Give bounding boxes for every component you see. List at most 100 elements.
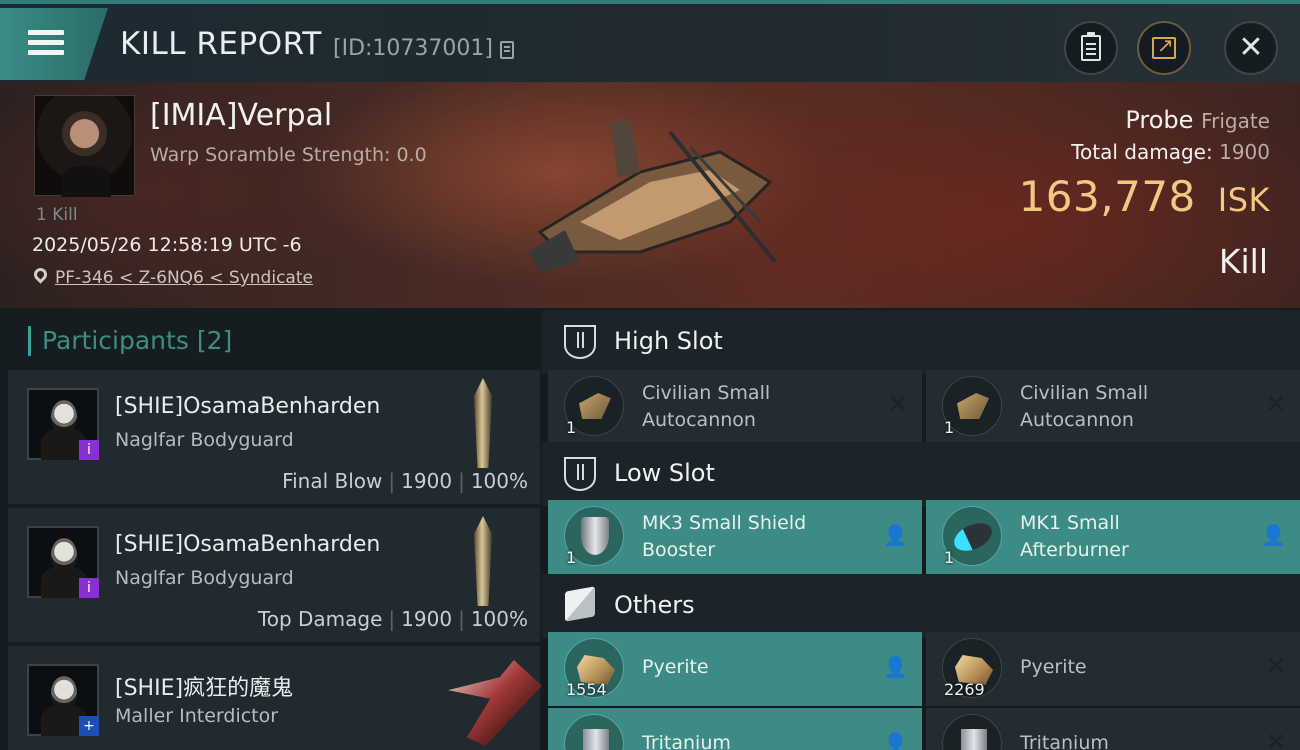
module-qty: 1	[944, 548, 955, 567]
participant-role: Final Blow	[282, 469, 383, 493]
participant-role: Top Damage	[257, 607, 383, 631]
fitting-panel: High Slot 1 Civilian Small Autocannon ✕ 1…	[542, 308, 1300, 750]
cargo-item[interactable]: Tritanium 👤	[548, 708, 922, 750]
victim-name[interactable]: [IMIA]Verpal	[150, 98, 332, 133]
victim-banner: [IMIA]Verpal Warp Soramble Strength: 0.0…	[0, 82, 1300, 308]
module-item[interactable]: 1 MK1 Small Afterburner 👤	[926, 500, 1300, 574]
cargo-name: Pyerite	[1020, 656, 1087, 678]
kill-count: 1 Kill	[36, 205, 78, 225]
cargo-item[interactable]: 1554 Pyerite 👤	[548, 632, 922, 706]
menu-button[interactable]	[0, 8, 108, 80]
page-title: KILL REPORT	[120, 26, 322, 62]
dropped-person-icon: 👤	[1261, 523, 1286, 547]
high-slot-icon	[564, 325, 596, 359]
share-icon	[1152, 33, 1176, 59]
isk-amount: 163,778	[1018, 172, 1196, 221]
module-item[interactable]: 1 Civilian Small Autocannon ✕	[926, 370, 1300, 444]
participant-ship-image	[474, 378, 492, 468]
isk-value: 163,778 ISK	[1019, 172, 1270, 221]
close-button[interactable]: ✕	[1224, 21, 1278, 75]
participant-row[interactable]: + [SHIE]疯狂的魔鬼 Maller Interdictor	[8, 646, 542, 750]
cargo-item[interactable]: 2269 Pyerite ✕	[926, 632, 1300, 706]
kill-location-link[interactable]: PF-346 < Z-6NQ6 < Syndicate	[55, 268, 313, 288]
participant-damage: 1900	[401, 607, 453, 631]
participant-ship: Maller Interdictor	[115, 705, 279, 727]
module-qty: 1	[566, 548, 577, 567]
cargo-qty: 2269	[944, 680, 985, 699]
dropped-person-icon: 👤	[883, 731, 908, 750]
participants-header: Participants [2]	[28, 326, 232, 356]
participants-label: Participants	[42, 326, 189, 355]
destroyed-icon: ✕	[1265, 728, 1286, 750]
victim-portrait[interactable]	[34, 95, 135, 197]
total-damage: Total damage: 1900	[1071, 140, 1270, 164]
warp-scramble-strength: Warp Soramble Strength: 0.0	[150, 144, 427, 166]
share-button[interactable]	[1137, 21, 1191, 75]
module-item[interactable]: 1 MK3 Small Shield Booster 👤	[548, 500, 922, 574]
participant-damage: 1900	[401, 469, 453, 493]
cargo-box-icon	[565, 586, 595, 622]
cargo-item[interactable]: Tritanium ✕	[926, 708, 1300, 750]
participant-ship: Naglfar Bodyguard	[115, 567, 294, 589]
participant-stats: Top Damage | 1900 | 100%	[257, 607, 528, 631]
participant-name: [SHIE]OsamaBenharden	[115, 394, 381, 419]
destroyed-icon: ✕	[1265, 390, 1286, 418]
module-item[interactable]: 1 Civilian Small Autocannon ✕	[548, 370, 922, 444]
clipboard-button[interactable]	[1064, 21, 1118, 75]
location-pin-icon	[31, 265, 50, 284]
participant-percent: 100%	[470, 607, 528, 631]
tritanium-icon	[564, 714, 624, 750]
participant-row[interactable]: i [SHIE]OsamaBenharden Naglfar Bodyguard…	[8, 508, 540, 642]
participant-ship: Naglfar Bodyguard	[115, 429, 294, 451]
participant-ship-image	[474, 516, 492, 606]
copy-icon[interactable]	[500, 41, 514, 59]
kill-result: Kill	[1218, 242, 1268, 281]
module-name: Civilian Small Autocannon	[1020, 382, 1149, 431]
module-name: MK3 Small Shield Booster	[642, 512, 807, 561]
module-name: MK1 Small Afterburner	[1020, 512, 1129, 561]
cargo-name: Pyerite	[642, 656, 709, 678]
participant-ship-image	[448, 660, 542, 746]
total-damage-value: 1900	[1219, 140, 1270, 164]
clipboard-icon	[1081, 32, 1101, 61]
victim-ship-image	[528, 120, 777, 272]
destroyed-icon: ✕	[887, 390, 908, 418]
participant-name: [SHIE]OsamaBenharden	[115, 532, 381, 557]
title-bar: KILL REPORT [ID:10737001] ✕	[0, 0, 1300, 82]
module-qty: 1	[566, 418, 577, 437]
participant-badge-icon: +	[79, 716, 99, 736]
ship-name: Probe	[1125, 106, 1194, 134]
participant-badge-icon: i	[79, 578, 99, 598]
close-icon: ✕	[1238, 30, 1264, 65]
low-slot-icon	[564, 457, 596, 491]
dropped-person-icon: 👤	[883, 523, 908, 547]
others-label: Others	[614, 591, 695, 619]
participant-percent: 100%	[470, 469, 528, 493]
high-slot-label: High Slot	[614, 327, 723, 355]
victim-ship-type: Probe Frigate	[1125, 106, 1270, 134]
participant-badge-icon: i	[79, 440, 99, 460]
cargo-name: Tritanium	[642, 732, 731, 750]
report-id: [ID:10737001]	[333, 36, 493, 61]
cargo-name: Tritanium	[1020, 732, 1109, 750]
avatar: +	[27, 664, 99, 736]
module-qty: 1	[944, 418, 955, 437]
participants-panel: Participants [2] i [SHIE]OsamaBenharden …	[0, 308, 542, 750]
participant-name: [SHIE]疯狂的魔鬼	[115, 676, 294, 701]
ship-class: Frigate	[1201, 109, 1270, 133]
participant-row[interactable]: i [SHIE]OsamaBenharden Naglfar Bodyguard…	[8, 370, 540, 504]
participant-stats: Final Blow | 1900 | 100%	[282, 469, 528, 493]
cargo-qty: 1554	[566, 680, 607, 699]
high-slot-header: High Slot	[542, 310, 1300, 374]
low-slot-label: Low Slot	[614, 459, 715, 487]
others-header: Others	[542, 574, 1300, 638]
destroyed-icon: ✕	[1265, 652, 1286, 680]
participants-count: [2]	[196, 326, 233, 355]
avatar: i	[27, 526, 99, 598]
dropped-person-icon: 👤	[883, 655, 908, 679]
avatar: i	[27, 388, 99, 460]
low-slot-header: Low Slot	[542, 442, 1300, 506]
module-name: Civilian Small Autocannon	[642, 382, 771, 431]
total-damage-label: Total damage:	[1071, 140, 1213, 164]
isk-unit: ISK	[1217, 181, 1270, 219]
